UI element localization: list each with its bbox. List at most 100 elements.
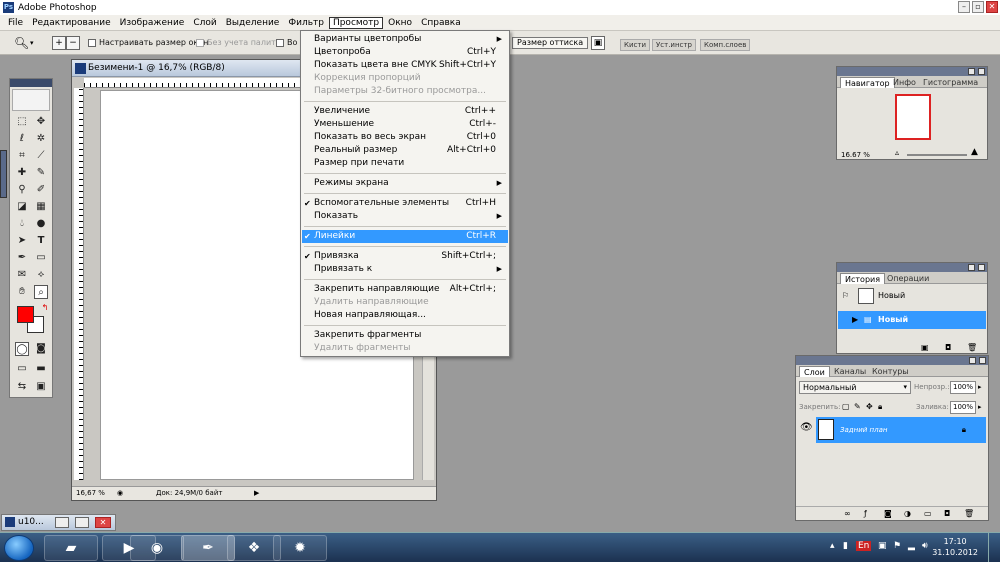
restore-button[interactable] bbox=[55, 517, 69, 528]
pen-tool-icon[interactable]: ✒ bbox=[15, 251, 29, 265]
jump-to-imageready-icon[interactable]: ⇆ bbox=[15, 380, 29, 394]
lock-pixels-icon[interactable]: ✎ bbox=[854, 402, 861, 411]
new-snapshot-icon[interactable]: ◘ bbox=[945, 343, 951, 352]
screen-mode-full-icon[interactable]: ▬ bbox=[34, 362, 48, 376]
new-layer-icon[interactable]: ◘ bbox=[944, 507, 950, 520]
history-brush-icon[interactable]: ✐ bbox=[34, 183, 48, 197]
menu-item-zoom-in[interactable]: Увеличение Ctrl++ bbox=[302, 105, 508, 118]
tab-info[interactable]: Инфо bbox=[889, 77, 920, 88]
language-indicator[interactable]: En bbox=[856, 541, 872, 551]
new-document-from-state-icon[interactable]: ▣ bbox=[921, 343, 929, 352]
menu-item-new-guide[interactable]: Новая направляющая... bbox=[302, 309, 508, 322]
maximize-button[interactable] bbox=[75, 517, 89, 528]
tray-flag-icon[interactable]: ⚑ bbox=[893, 541, 901, 551]
tray-network-icon[interactable]: ▮ bbox=[843, 541, 848, 551]
zoom-tool-icon[interactable]: 🔍︎ bbox=[14, 36, 29, 50]
slice-tool-icon[interactable]: ⟋ bbox=[34, 149, 48, 163]
new-group-icon[interactable]: ▭ bbox=[924, 507, 932, 520]
menu-item-show[interactable]: Показать ▶ bbox=[302, 210, 508, 223]
layer-style-icon[interactable]: ƒ bbox=[864, 507, 867, 520]
menu-view[interactable]: Просмотр bbox=[328, 16, 384, 29]
panel-minimize-button[interactable] bbox=[969, 357, 976, 364]
zoom-in-icon[interactable]: ▲ bbox=[971, 147, 978, 157]
tab-actions[interactable]: Операции bbox=[883, 273, 933, 284]
opacity-input[interactable]: 100% bbox=[950, 381, 976, 394]
zoom-tool-icon[interactable]: ⌕ bbox=[34, 285, 48, 299]
dodge-tool-icon[interactable]: ● bbox=[34, 217, 48, 231]
foreground-color-swatch[interactable] bbox=[17, 306, 34, 323]
navigator-zoom-level[interactable]: 16.67 % bbox=[841, 151, 870, 159]
menu-item-zoom-out[interactable]: Уменьшение Ctrl+- bbox=[302, 118, 508, 131]
close-button[interactable]: ✕ bbox=[95, 517, 111, 528]
menu-item-screen-mode[interactable]: Режимы экрана ▶ bbox=[302, 177, 508, 190]
panel-header[interactable] bbox=[837, 67, 987, 76]
clock[interactable]: 17:10 31.10.2012 bbox=[932, 536, 978, 558]
fill-input[interactable]: 100% bbox=[950, 401, 976, 414]
quick-mask-icon[interactable]: ◙ bbox=[34, 342, 48, 356]
palette-tab-tool-presets[interactable]: Уст.инстр bbox=[652, 39, 696, 51]
close-button[interactable]: ✕ bbox=[986, 1, 998, 13]
panel-close-button[interactable] bbox=[979, 357, 986, 364]
tray-signal-icon[interactable]: ▂ bbox=[908, 541, 915, 551]
menu-item-rulers[interactable]: ✔ Линейки Ctrl+R bbox=[302, 230, 508, 243]
menu-item-actual-pixels[interactable]: Реальный размер Alt+Ctrl+0 bbox=[302, 144, 508, 157]
menu-file[interactable]: File bbox=[4, 17, 27, 29]
opacity-arrow-icon[interactable]: ▸ bbox=[978, 383, 982, 391]
trash-icon[interactable]: 🗑︎ bbox=[967, 343, 977, 352]
red-splat-app-icon[interactable]: ✹ bbox=[273, 535, 327, 561]
menu-image[interactable]: Изображение bbox=[116, 17, 189, 29]
healing-brush-icon[interactable]: ✚ bbox=[15, 166, 29, 180]
tray-app-icon[interactable]: ▣ bbox=[878, 541, 887, 551]
fill-arrow-icon[interactable]: ▸ bbox=[978, 403, 982, 411]
menu-help[interactable]: Справка bbox=[417, 17, 465, 29]
panel-close-button[interactable] bbox=[978, 68, 985, 75]
palette-well-icon[interactable]: ▣ bbox=[591, 36, 605, 50]
resize-windows-checkbox[interactable] bbox=[88, 39, 96, 47]
menu-item-proof-setup[interactable]: Варианты цветопробы ▶ bbox=[302, 33, 508, 46]
magic-wand-icon[interactable]: ✲ bbox=[34, 132, 48, 146]
history-snapshot[interactable]: ⚐ Новый bbox=[838, 287, 986, 305]
collapsed-panel-stub[interactable] bbox=[0, 150, 7, 198]
palette-tab-layer-comps[interactable]: Комп.слоев bbox=[700, 39, 751, 51]
lock-all-icon[interactable]: 🔒︎ bbox=[878, 402, 882, 412]
eyedropper-icon[interactable]: ⟡ bbox=[34, 268, 48, 282]
show-desktop-button[interactable] bbox=[988, 533, 1000, 562]
maximize-button[interactable]: ▫ bbox=[972, 1, 984, 13]
menu-item-snap[interactable]: ✔ Привязка Shift+Ctrl+; bbox=[302, 250, 508, 263]
all-windows-checkbox[interactable] bbox=[276, 39, 284, 47]
marquee-tool-icon[interactable]: ⬚ bbox=[15, 115, 29, 129]
menu-item-gamut-warning[interactable]: Показать цвета вне CMYK Shift+Ctrl+Y bbox=[302, 59, 508, 72]
navigator-preview[interactable] bbox=[895, 94, 931, 140]
menu-edit[interactable]: Редактирование bbox=[28, 17, 115, 29]
layer-row-background[interactable]: Задний план 🔒︎ bbox=[816, 417, 986, 443]
tab-paths[interactable]: Контуры bbox=[868, 366, 913, 377]
zoom-out-icon[interactable]: ▵ bbox=[895, 148, 899, 157]
minimized-document[interactable]: u10... ✕ bbox=[1, 514, 116, 531]
lock-transparency-icon[interactable]: ▢ bbox=[842, 402, 850, 411]
panel-header[interactable] bbox=[837, 263, 987, 272]
menu-item-lock-slices[interactable]: Закрепить фрагменты bbox=[302, 329, 508, 342]
blend-mode-select[interactable]: Нормальный ▾ bbox=[799, 381, 911, 394]
menu-item-fit-on-screen[interactable]: Показать во весь экран Ctrl+0 bbox=[302, 131, 508, 144]
proof-size-button[interactable]: Размер оттиска bbox=[512, 37, 589, 49]
tab-histogram[interactable]: Гистограмма bbox=[919, 77, 982, 88]
crop-tool-icon[interactable]: ⌗ bbox=[15, 149, 29, 163]
menu-item-extras[interactable]: ✔ Вспомогательные элементы Ctrl+H bbox=[302, 197, 508, 210]
tab-history[interactable]: История bbox=[840, 273, 886, 284]
menu-select[interactable]: Выделение bbox=[222, 17, 284, 29]
menu-window[interactable]: Окно bbox=[384, 17, 416, 29]
move-tool-icon[interactable]: ✥ bbox=[34, 115, 48, 129]
menu-item-lock-guides[interactable]: Закрепить направляющие Alt+Ctrl+; bbox=[302, 283, 508, 296]
zoom-in-icon[interactable]: + bbox=[52, 36, 66, 50]
brush-tool-icon[interactable]: ✎ bbox=[34, 166, 48, 180]
tab-channels[interactable]: Каналы bbox=[830, 366, 870, 377]
document-zoom-level[interactable]: 16,67 % bbox=[76, 487, 105, 500]
status-options-icon[interactable]: ◉ bbox=[117, 487, 123, 500]
menu-item-print-size[interactable]: Размер при печати bbox=[302, 157, 508, 170]
firefox-icon[interactable]: ◉ bbox=[130, 535, 184, 561]
screen-mode-standard-icon[interactable]: ▭ bbox=[15, 362, 29, 376]
panel-close-button[interactable] bbox=[978, 264, 985, 271]
lock-position-icon[interactable]: ✥ bbox=[866, 402, 873, 411]
path-selection-icon[interactable]: ➤ bbox=[15, 234, 29, 248]
link-layers-icon[interactable]: ∞ bbox=[844, 507, 851, 520]
